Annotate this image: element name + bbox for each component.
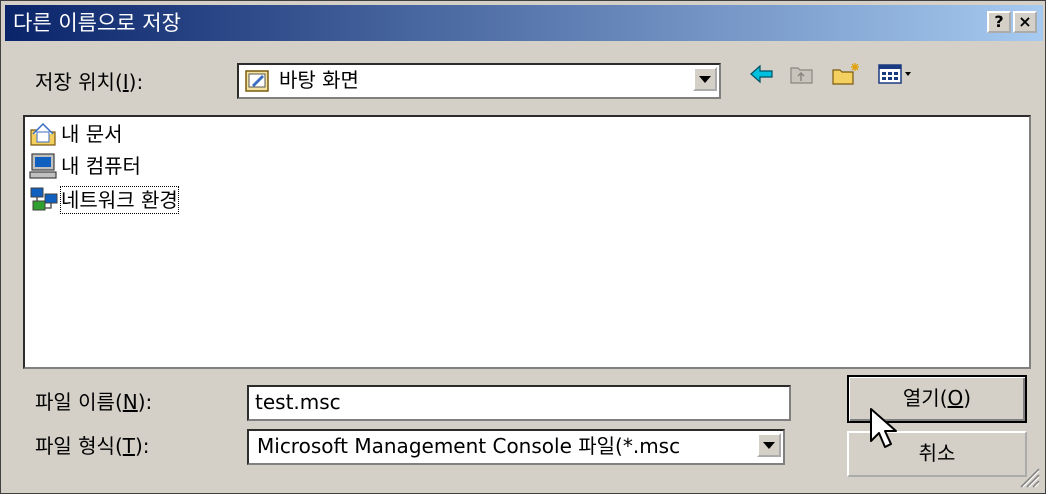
view-menu-icon[interactable] <box>877 61 915 87</box>
network-places-icon <box>30 187 58 211</box>
file-name-input[interactable]: test.msc <box>247 385 791 421</box>
close-button[interactable]: × <box>1013 11 1037 33</box>
file-type-value: Microsoft Management Console 파일(*.msc <box>257 434 681 458</box>
file-type-label: 파일 형식(T): <box>35 434 150 458</box>
list-item-label: 내 문서 <box>61 122 123 146</box>
save-location-label: 저장 위치(I): <box>35 70 144 94</box>
window-title: 다른 이름으로 저장 <box>13 11 181 35</box>
desktop-icon <box>245 70 269 92</box>
resize-grip-icon[interactable] <box>1017 465 1041 489</box>
up-folder-icon[interactable] <box>789 61 815 87</box>
my-documents-icon <box>30 122 56 146</box>
list-item-label: 네트워크 환경 <box>60 186 179 214</box>
mouse-cursor-icon <box>870 408 897 448</box>
list-item-network-places[interactable]: 네트워크 환경 <box>29 185 179 215</box>
file-name-label: 파일 이름(N): <box>35 390 153 414</box>
my-computer-icon <box>29 153 57 179</box>
new-folder-icon[interactable] <box>831 61 861 87</box>
help-button[interactable]: ? <box>987 11 1011 33</box>
save-as-dialog: 다른 이름으로 저장 ? × 저장 위치(I): 바탕 화면 내 문서 내 컴퓨… <box>0 0 1046 494</box>
file-type-combo[interactable]: Microsoft Management Console 파일(*.msc <box>247 429 785 465</box>
save-location-dropdown-button[interactable] <box>693 67 717 91</box>
back-arrow-icon[interactable] <box>749 61 775 87</box>
save-location-combo[interactable]: 바탕 화면 <box>237 63 721 99</box>
list-item-my-computer[interactable]: 내 컴퓨터 <box>29 151 141 181</box>
file-list[interactable]: 내 문서 내 컴퓨터 네트워크 환경 <box>23 115 1031 369</box>
list-item-my-documents[interactable]: 내 문서 <box>29 119 123 149</box>
file-type-dropdown-button[interactable] <box>757 433 781 457</box>
list-item-label: 내 컴퓨터 <box>61 154 141 178</box>
save-location-value: 바탕 화면 <box>279 68 359 92</box>
title-bar[interactable]: 다른 이름으로 저장 ? × <box>5 5 1043 41</box>
